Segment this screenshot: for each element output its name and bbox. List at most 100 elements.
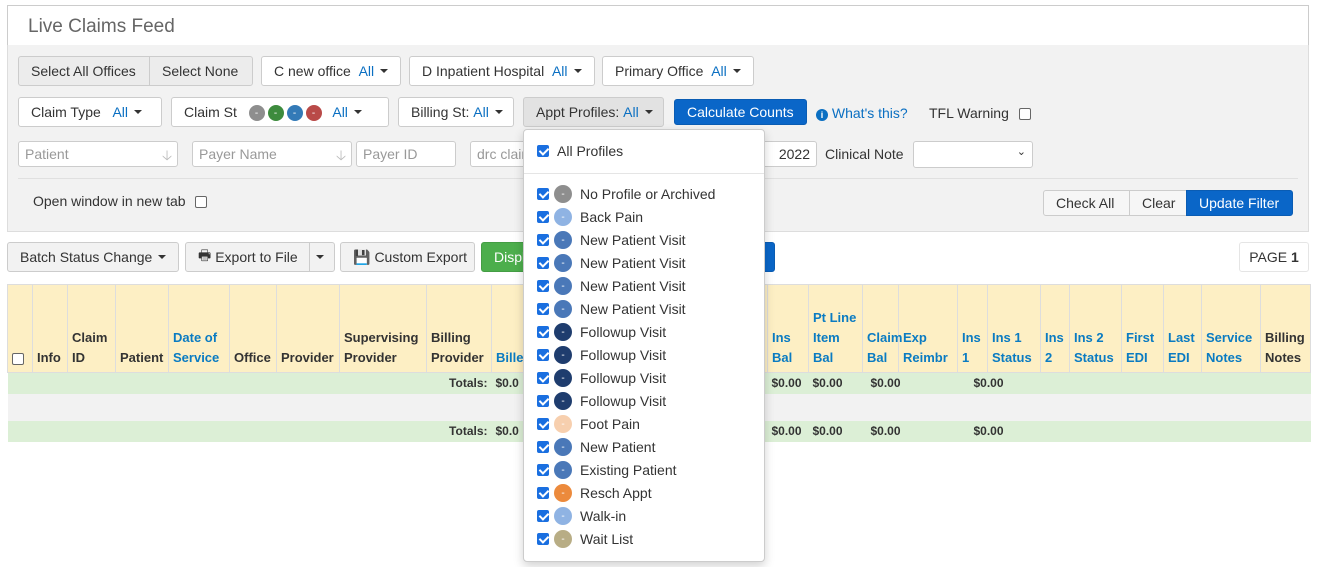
label: No Profile or Archived (580, 186, 716, 202)
update-filter-button[interactable]: Update Filter (1186, 190, 1293, 216)
floppy-disk-icon: 💾 (353, 248, 371, 265)
profile-option[interactable]: - Followup Visit (537, 392, 666, 410)
status-dot: - (267, 105, 284, 122)
claim-status-dropdown[interactable]: Claim St ---- All (171, 97, 389, 127)
label: Primary Office (615, 63, 704, 79)
column-header[interactable]: Exp Reimbr (898, 284, 958, 373)
profile-option[interactable]: - Back Pain (537, 208, 643, 226)
profile-option[interactable]: - Followup Visit (537, 323, 666, 341)
label: Update Filter (1199, 195, 1280, 211)
select-all-offices-button[interactable]: Select All Offices (18, 56, 150, 86)
select-none-button[interactable]: Select None (149, 56, 253, 86)
profile-color-icon: - (554, 484, 572, 502)
checkbox[interactable] (537, 280, 549, 292)
appt-profiles-dropdown[interactable]: Appt Profiles: All (523, 97, 664, 127)
clinical-note-label: Clinical Note (825, 146, 904, 162)
checkbox[interactable] (537, 533, 549, 545)
profile-option[interactable]: - New Patient (537, 438, 655, 456)
profile-option[interactable]: - New Patient Visit (537, 300, 686, 318)
column-header[interactable]: First EDI (1121, 284, 1164, 373)
label: Back Pain (580, 209, 644, 225)
checkbox[interactable] (537, 188, 549, 200)
checkbox[interactable] (537, 510, 549, 522)
payer-name-input[interactable]: Payer Name 🡣 (192, 141, 352, 167)
column-header[interactable]: Pt Line Item Bal (808, 284, 863, 373)
column-header: Claim ID (67, 284, 116, 373)
column-header[interactable]: Service Notes (1201, 284, 1261, 373)
checkbox[interactable] (537, 372, 549, 384)
select-all-header[interactable] (7, 284, 33, 373)
open-new-tab-checkbox[interactable] (195, 196, 208, 209)
profile-option[interactable]: - Followup Visit (537, 369, 666, 387)
checkbox[interactable] (537, 234, 549, 246)
calculate-counts-button[interactable]: Calculate Counts (674, 99, 807, 125)
export-options-toggle[interactable] (309, 242, 335, 272)
checkbox[interactable] (537, 418, 549, 430)
profile-option[interactable]: - Followup Visit (537, 346, 666, 364)
office-dropdown-c-new-office[interactable]: C new office All (261, 56, 402, 86)
select-all-checkbox[interactable] (12, 352, 24, 365)
clear-button[interactable]: Clear (1129, 190, 1187, 216)
checkbox[interactable] (537, 441, 549, 453)
office-dropdown-d-inpatient[interactable]: D Inpatient Hospital All (409, 56, 595, 86)
column-header[interactable]: Ins Bal (767, 284, 809, 373)
check-all-button[interactable]: Check All (1043, 190, 1130, 216)
total-exp-reimbr: $0.00 (957, 372, 1311, 394)
profile-option[interactable]: - Existing Patient (537, 461, 677, 479)
label: Foot Pain (580, 416, 640, 432)
profile-color-icon: - (554, 300, 572, 318)
claim-status-dots: ---- (248, 103, 325, 122)
label: Walk-in (580, 508, 627, 524)
checkbox[interactable] (537, 464, 549, 476)
column-header[interactable]: Claim Bal (862, 284, 902, 373)
label: All Profiles (557, 143, 624, 159)
label: Clear (1142, 195, 1176, 211)
label: Open window in new tab (33, 193, 186, 209)
status-dot: - (248, 105, 265, 122)
checkbox[interactable] (537, 326, 549, 338)
column-header[interactable]: Ins 2 Status (1069, 284, 1122, 373)
export-to-file-button[interactable]: 🖶 Export to File (185, 242, 310, 272)
payer-id-input[interactable]: Payer ID (356, 141, 456, 167)
profile-option[interactable]: - No Profile or Archived (537, 185, 715, 203)
arrow-down-icon: 🡣 (335, 147, 346, 163)
checkbox[interactable] (537, 487, 549, 499)
profile-color-icon: - (554, 254, 572, 272)
profile-option[interactable]: - New Patient Visit (537, 277, 686, 295)
profile-color-icon: - (554, 277, 572, 295)
whats-this-link[interactable]: i What's this? (816, 105, 908, 121)
column-header[interactable]: Ins 2 (1040, 284, 1070, 373)
column-header[interactable]: Ins 1 (957, 284, 988, 373)
caret-down-icon (494, 110, 503, 114)
profile-color-icon: - (554, 392, 572, 410)
column-header: Billing Provider (426, 284, 492, 373)
checkbox[interactable] (537, 303, 549, 315)
profile-option[interactable]: - Wait List (537, 530, 633, 548)
profile-option[interactable]: - Walk-in (537, 507, 626, 525)
checkbox[interactable] (537, 349, 549, 361)
custom-export-button[interactable]: 💾 Custom Export (340, 242, 475, 272)
profile-option[interactable]: - New Patient Visit (537, 231, 686, 249)
label: Claim St (184, 104, 237, 120)
tfl-warning-checkbox[interactable] (1018, 108, 1031, 121)
column-header[interactable]: Date of Service (168, 284, 230, 373)
patient-input[interactable]: Patient 🡣 (18, 141, 178, 167)
checkbox[interactable] (537, 257, 549, 269)
checkbox[interactable] (537, 145, 549, 157)
checkbox[interactable] (537, 395, 549, 407)
claim-type-dropdown[interactable]: Claim Type All (18, 97, 162, 127)
total-ins-bal: $0.00 (767, 372, 809, 394)
column-header: Provider (276, 284, 340, 373)
profile-option[interactable]: - New Patient Visit (537, 254, 686, 272)
profile-option[interactable]: - Foot Pain (537, 415, 640, 433)
office-dropdown-primary[interactable]: Primary Office All (602, 56, 754, 86)
column-header[interactable]: Ins 1 Status (987, 284, 1041, 373)
profile-option[interactable]: - Resch Appt (537, 484, 652, 502)
all-profiles-option[interactable]: All Profiles (537, 143, 623, 159)
column-header[interactable]: Last EDI (1163, 284, 1202, 373)
checkbox[interactable] (537, 211, 549, 223)
billing-status-dropdown[interactable]: Billing St: All (398, 97, 514, 127)
batch-status-change-button[interactable]: Batch Status Change (7, 242, 179, 272)
column-header: Info (32, 284, 68, 373)
clinical-note-select[interactable]: ⌄ (913, 141, 1033, 168)
